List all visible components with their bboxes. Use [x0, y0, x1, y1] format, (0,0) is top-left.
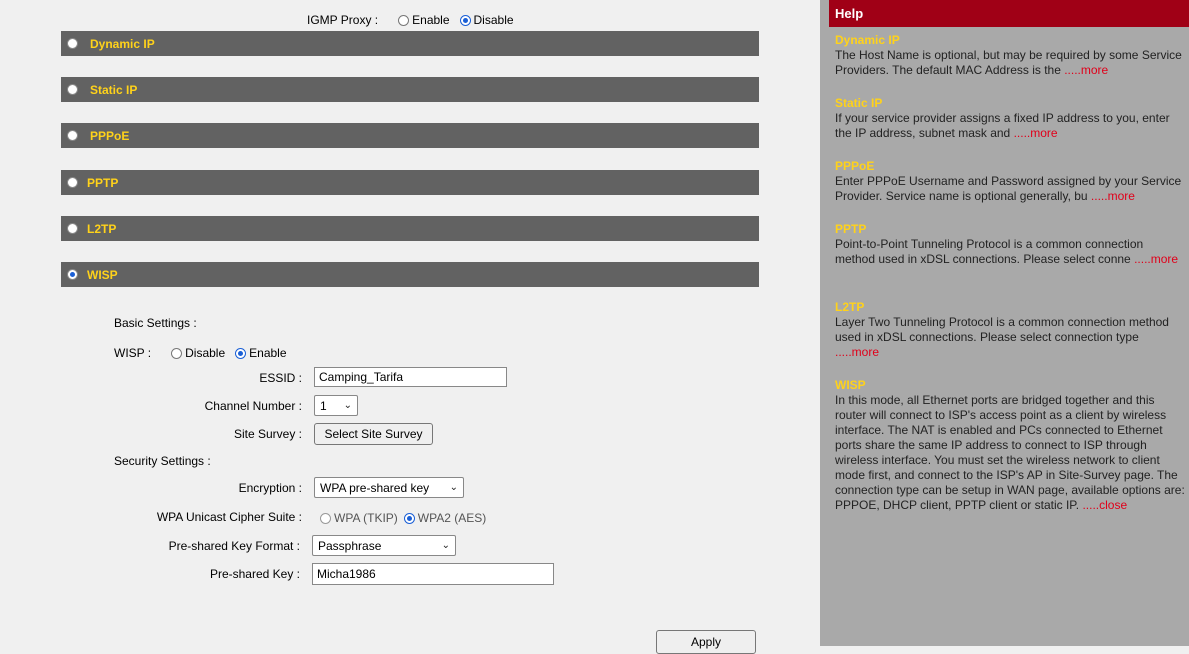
wisp-enable-option[interactable]: Enable [235, 346, 287, 360]
help-section-l2tp: L2TP Layer Two Tunneling Protocol is a c… [835, 300, 1185, 360]
wan-type-l2tp[interactable]: L2TP [61, 216, 759, 241]
help-more-link[interactable]: .....more [1091, 189, 1135, 203]
wisp-disable-radio[interactable] [171, 347, 183, 359]
igmp-disable-option[interactable]: Disable [459, 13, 514, 27]
cipher-tkip-option[interactable]: WPA (TKIP) [320, 511, 398, 525]
igmp-enable-label: Enable [412, 13, 450, 27]
pppoe-label: PPPoE [90, 128, 130, 143]
chevron-down-icon: ⌄ [441, 540, 450, 551]
pptp-radio[interactable] [67, 177, 78, 188]
dynamic-ip-radio[interactable] [67, 38, 78, 49]
help-close-link[interactable]: .....close [1082, 498, 1127, 512]
settings-panel: IGMP Proxy : Enable Disable Dynamic IP S… [0, 0, 820, 654]
help-section-dynamic-ip: Dynamic IP The Host Name is optional, bu… [835, 33, 1185, 78]
help-text: In this mode, all Ethernet ports are bri… [835, 393, 1185, 512]
wan-type-pppoe[interactable]: PPPoE [61, 123, 759, 148]
static-ip-radio[interactable] [67, 84, 78, 95]
cipher-aes-option[interactable]: WPA2 (AES) [403, 511, 487, 525]
channel-number-label: Channel Number : [204, 399, 302, 413]
cipher-tkip-label: WPA (TKIP) [334, 511, 398, 525]
help-text: If your service provider assigns a fixed… [835, 111, 1170, 140]
select-site-survey-button[interactable]: Select Site Survey [314, 423, 433, 445]
chevron-down-icon: ⌄ [449, 482, 458, 493]
dynamic-ip-label: Dynamic IP [90, 36, 155, 51]
help-more-link[interactable]: .....more [1014, 126, 1058, 140]
help-title: PPTP [835, 222, 867, 236]
igmp-proxy-label: IGMP Proxy : [307, 13, 379, 27]
psk-format-select[interactable]: Passphrase ⌄ [312, 535, 456, 556]
help-section-static-ip: Static IP If your service provider assig… [835, 96, 1185, 141]
wan-type-pptp[interactable]: PPTP [61, 170, 759, 195]
wisp-enable-label: Enable [249, 346, 287, 360]
l2tp-label: L2TP [87, 221, 117, 236]
cipher-suite-label: WPA Unicast Cipher Suite : [156, 510, 302, 524]
help-more-link[interactable]: .....more [835, 345, 879, 359]
wisp-disable-option[interactable]: Disable [171, 346, 225, 360]
pppoe-radio[interactable] [67, 130, 78, 141]
apply-button[interactable]: Apply [656, 630, 756, 654]
basic-settings-heading: Basic Settings : [114, 316, 197, 330]
security-settings-heading: Security Settings : [114, 454, 211, 468]
help-title: PPPoE [835, 159, 875, 173]
wan-type-dynamic-ip[interactable]: Dynamic IP [61, 31, 759, 56]
psk-label: Pre-shared Key : [209, 567, 300, 581]
psk-input[interactable]: Micha1986 [312, 563, 554, 585]
cipher-suite-options: WPA (TKIP) WPA2 (AES) [320, 511, 486, 525]
encryption-label: Encryption : [238, 481, 302, 495]
igmp-disable-label: Disable [473, 13, 514, 27]
help-section-wisp: WISP In this mode, all Ethernet ports ar… [835, 378, 1185, 513]
wisp-toggle-row: WISP : Disable Enable [114, 346, 287, 360]
help-text: Point-to-Point Tunneling Protocol is a c… [835, 237, 1144, 266]
cipher-aes-label: WPA2 (AES) [417, 511, 487, 525]
pptp-label: PPTP [87, 175, 119, 190]
igmp-enable-radio[interactable] [398, 14, 410, 26]
wisp-radio[interactable] [67, 269, 78, 280]
static-ip-label: Static IP [90, 82, 138, 97]
help-more-link[interactable]: .....more [1134, 252, 1178, 266]
help-more-link[interactable]: .....more [1064, 63, 1108, 77]
channel-number-select[interactable]: 1 ⌄ [314, 395, 358, 416]
wisp-disable-label: Disable [185, 346, 226, 360]
essid-input[interactable]: Camping_Tarifa [314, 367, 507, 387]
wisp-toggle-label: WISP : [114, 346, 152, 360]
wan-type-static-ip[interactable]: Static IP [61, 77, 759, 102]
igmp-proxy-row: IGMP Proxy : Enable Disable [307, 13, 514, 27]
encryption-value: WPA pre-shared key [320, 480, 430, 495]
wan-type-wisp[interactable]: WISP [61, 262, 759, 287]
help-text: Layer Two Tunneling Protocol is a common… [835, 315, 1169, 344]
essid-label: ESSID : [259, 371, 302, 385]
channel-number-value: 1 [320, 398, 327, 413]
help-section-pptp: PPTP Point-to-Point Tunneling Protocol i… [835, 222, 1185, 267]
help-text: The Host Name is optional, but may be re… [835, 48, 1182, 77]
help-title: Dynamic IP [835, 33, 900, 47]
help-title: Static IP [835, 96, 883, 110]
psk-format-value: Passphrase [318, 538, 382, 553]
wisp-enable-radio[interactable] [235, 347, 247, 359]
help-title: L2TP [835, 300, 865, 314]
cipher-aes-radio[interactable] [403, 512, 415, 524]
help-section-pppoe: PPPoE Enter PPPoE Username and Password … [835, 159, 1185, 204]
psk-format-label: Pre-shared Key Format : [168, 539, 300, 553]
help-title: WISP [835, 378, 866, 392]
wisp-type-label: WISP [87, 267, 118, 282]
chevron-down-icon: ⌄ [343, 400, 352, 411]
site-survey-label: Site Survey : [233, 427, 302, 441]
help-header: Help [829, 0, 1189, 27]
igmp-disable-radio[interactable] [459, 14, 471, 26]
l2tp-radio[interactable] [67, 223, 78, 234]
igmp-enable-option[interactable]: Enable [398, 13, 450, 27]
encryption-select[interactable]: WPA pre-shared key ⌄ [314, 477, 464, 498]
cipher-tkip-radio[interactable] [320, 512, 331, 524]
